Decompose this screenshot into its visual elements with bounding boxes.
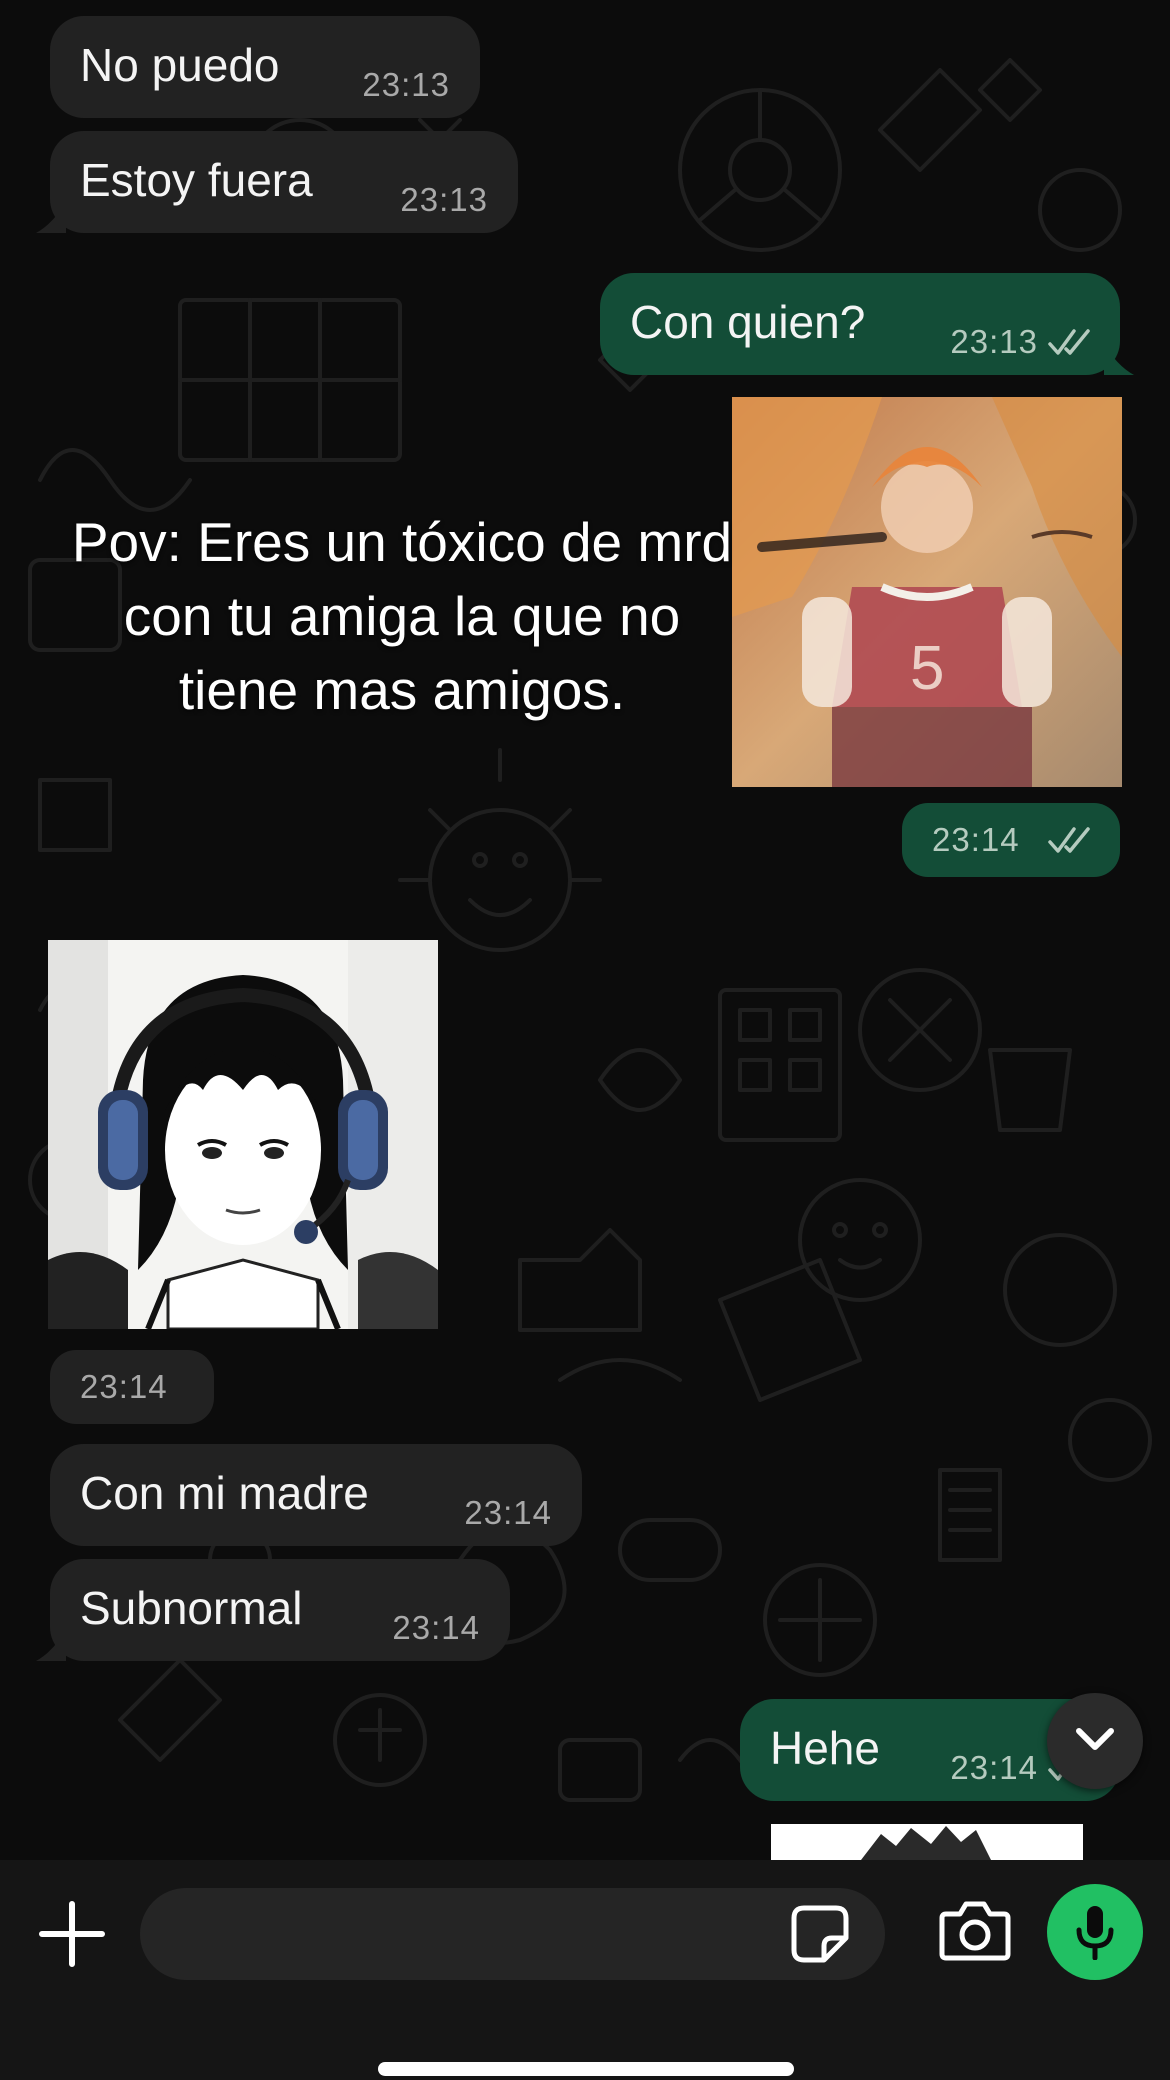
message-text: Subnormal (80, 1582, 303, 1634)
sticker-icon[interactable] (790, 1904, 850, 1964)
message-time: 23:14 (392, 1609, 480, 1646)
image-time-pill: 23:14 (50, 1350, 214, 1424)
overlay-caption: Pov: Eres un tóxico de mrd con tu amiga … (71, 511, 733, 721)
microphone-icon (1076, 1906, 1114, 1960)
read-ticks-icon (1048, 329, 1090, 355)
message-bubble-incoming[interactable]: Con mi madre 23:14 (50, 1444, 582, 1546)
message-text: Con quien? (630, 296, 866, 348)
message-time: 23:14 (464, 1494, 552, 1531)
message-bubble-incoming[interactable]: Estoy fuera 23:13 (36, 131, 518, 233)
message-input[interactable] (140, 1888, 885, 1980)
message-time: 23:13 (400, 181, 488, 218)
sketch-image (861, 1826, 991, 1860)
anime-image: 5 (732, 397, 1122, 787)
chevron-down-icon (1076, 1728, 1114, 1750)
image-time-pill: 23:14 (902, 803, 1120, 877)
svg-text:5: 5 (910, 634, 944, 703)
bubble-tail (36, 1629, 66, 1661)
camera-icon[interactable] (938, 1900, 1012, 1962)
message-time: 23:13 (362, 66, 450, 103)
message-bubble-incoming[interactable]: No puedo 23:13 (50, 16, 480, 118)
read-ticks-icon (1048, 827, 1090, 853)
message-time: 23:14 (932, 821, 1020, 858)
image-message-outgoing[interactable]: 5 (732, 397, 1122, 787)
bubble-tail (1104, 343, 1134, 375)
message-time: 23:14 (80, 1368, 168, 1405)
message-text: Con mi madre (80, 1467, 369, 1519)
microphone-button[interactable] (1047, 1884, 1143, 1980)
message-time: 23:14 (950, 1749, 1038, 1786)
message-text: No puedo (80, 39, 280, 91)
scroll-to-bottom-button[interactable] (1047, 1693, 1143, 1789)
chat-screen: No puedo 23:13 Estoy fuera 23:13 Con qui… (0, 0, 1170, 2080)
bubble-tail (36, 201, 66, 233)
message-bubble-outgoing[interactable]: Con quien? 23:13 (600, 273, 1134, 375)
image-message-outgoing-partial[interactable] (771, 1824, 1083, 1860)
message-text: Estoy fuera (80, 154, 313, 206)
message-text: Hehe (770, 1722, 880, 1774)
image-message-incoming[interactable] (48, 940, 438, 1329)
message-bubble-incoming[interactable]: Subnormal 23:14 (36, 1559, 510, 1661)
plus-icon[interactable] (36, 1898, 108, 1970)
manga-image (48, 940, 438, 1329)
home-indicator (378, 2062, 794, 2076)
message-time: 23:13 (950, 323, 1038, 360)
